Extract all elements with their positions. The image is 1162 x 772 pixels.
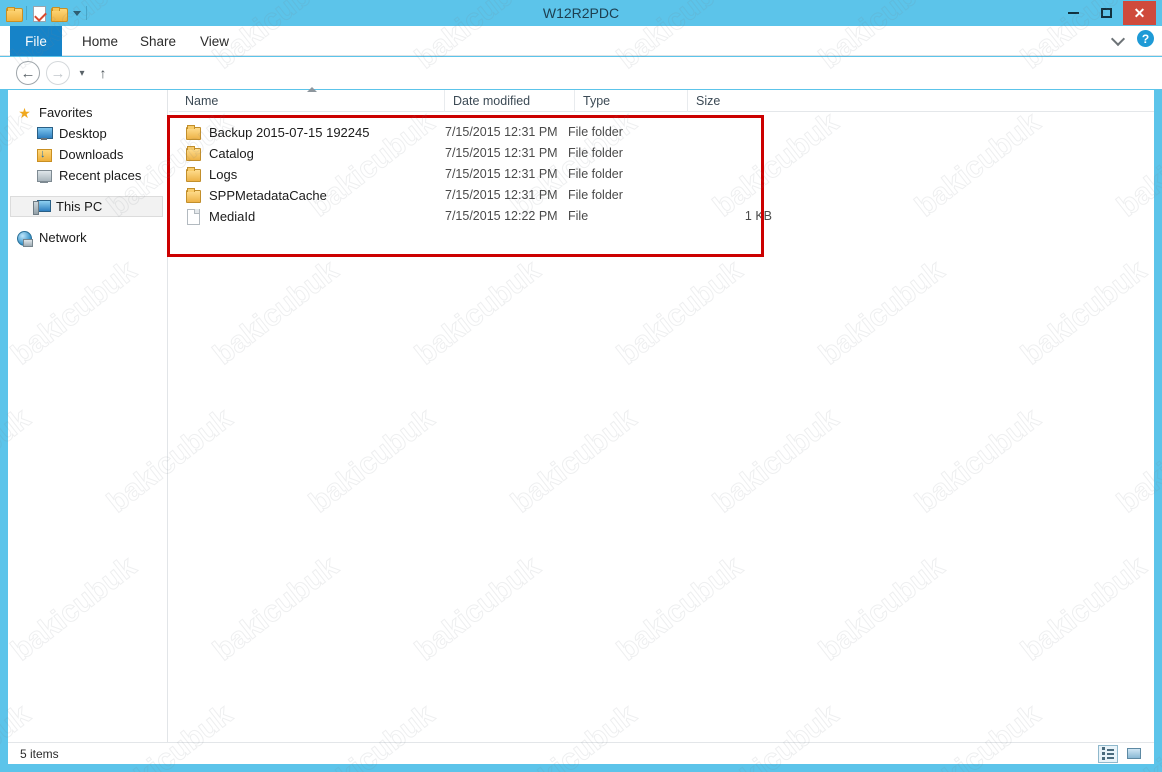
sort-ascending-icon	[307, 87, 317, 92]
file-date-cell: 7/15/2015 12:31 PM	[445, 188, 558, 202]
column-header-label: Name	[185, 94, 219, 108]
file-name-cell[interactable]: Backup 2015-07-15 192245	[185, 122, 369, 143]
file-type-cell: File folder	[568, 167, 623, 181]
large-icons-view-icon	[1127, 748, 1141, 759]
view-toggle-group	[1098, 744, 1154, 763]
table-row[interactable]: Catalog 7/15/2015 12:31 PM File folder	[169, 143, 1154, 164]
navigation-pane: ★ Favorites Desktop Downloads Recent pla…	[8, 90, 168, 742]
ribbon-right-controls: ?	[1112, 30, 1154, 47]
recent-locations-button[interactable]: ▾	[74, 61, 90, 85]
tab-file[interactable]: File	[10, 26, 62, 56]
file-icon	[185, 209, 201, 225]
column-header-size[interactable]: Size	[688, 90, 778, 112]
window-controls: ✕	[1057, 1, 1156, 25]
column-header-name[interactable]: Name	[177, 87, 445, 112]
file-size-cell: 1 KB	[744, 209, 772, 223]
details-view-button[interactable]	[1098, 744, 1118, 763]
title-bar: W12R2PDC ✕	[0, 0, 1162, 26]
file-name-label: Catalog	[209, 146, 254, 161]
folder-icon	[185, 167, 201, 182]
sidebar-item-label: Recent places	[59, 168, 142, 183]
sidebar-item-this-pc[interactable]: This PC	[10, 196, 163, 217]
sidebar-item-label: Desktop	[59, 126, 107, 141]
file-name-label: MediaId	[209, 209, 256, 224]
window-border-bottom	[0, 764, 1162, 772]
folder-icon	[185, 188, 201, 203]
sidebar-item-label: Network	[39, 230, 87, 245]
recent-icon	[36, 168, 53, 184]
file-date-cell: 7/15/2015 12:31 PM	[445, 167, 558, 181]
sidebar-item-recent-places[interactable]: Recent places	[8, 165, 167, 186]
file-type-cell: File folder	[568, 146, 623, 160]
help-icon[interactable]: ?	[1137, 30, 1154, 47]
address-bar-row: ← → ▾ ↑ ▸ This PC ▸ My Passport (E:) ▸ W…	[0, 57, 1162, 143]
file-type-cell: File folder	[568, 125, 623, 139]
file-name-label: SPPMetadataCache	[209, 188, 327, 203]
back-button[interactable]: ←	[16, 61, 40, 85]
table-row[interactable]: Logs 7/15/2015 12:31 PM File folder	[169, 164, 1154, 185]
item-count-label: 5 items	[20, 746, 59, 761]
network-icon	[16, 230, 33, 247]
window-border-left	[0, 90, 8, 742]
file-name-cell[interactable]: SPPMetadataCache	[185, 185, 327, 206]
status-bar: 5 items	[8, 742, 1154, 764]
window-border-right	[1154, 90, 1162, 742]
up-button[interactable]: ↑	[94, 61, 112, 85]
sidebar-item-downloads[interactable]: Downloads	[8, 144, 167, 165]
close-button[interactable]: ✕	[1123, 1, 1156, 25]
file-name-cell[interactable]: Logs	[185, 164, 237, 185]
minimize-icon	[1068, 12, 1079, 14]
file-date-cell: 7/15/2015 12:22 PM	[445, 209, 558, 223]
column-headers: Name Date modified Type Size	[169, 87, 1154, 112]
sidebar-item-label: This PC	[56, 199, 103, 214]
ribbon-tab-bar: File Home Share View ?	[0, 26, 1162, 56]
maximize-icon	[1101, 8, 1112, 18]
sidebar-item-label: Favorites	[39, 105, 93, 120]
sidebar-item-network[interactable]: Network	[8, 227, 167, 248]
download-icon	[36, 147, 53, 163]
file-name-cell[interactable]: MediaId	[185, 206, 255, 227]
details-view-icon	[1102, 747, 1114, 760]
large-icons-view-button[interactable]	[1124, 745, 1144, 763]
minimize-button[interactable]	[1057, 1, 1090, 25]
folder-icon	[185, 146, 201, 161]
sidebar-item-label: Downloads	[59, 147, 124, 162]
window-title: W12R2PDC	[542, 5, 620, 21]
file-type-cell: File	[568, 209, 589, 223]
sidebar-item-desktop[interactable]: Desktop	[8, 123, 167, 144]
folder-icon	[185, 125, 201, 140]
forward-button[interactable]: →	[46, 61, 70, 85]
monitor-icon	[36, 126, 53, 142]
file-explorer-window: W12R2PDC ✕ File Home Share View ? ← → ▾ …	[0, 0, 1162, 772]
tab-home[interactable]: Home	[68, 26, 132, 56]
maximize-button[interactable]	[1090, 1, 1123, 25]
table-row[interactable]: SPPMetadataCache 7/15/2015 12:31 PM File…	[169, 185, 1154, 206]
sidebar-item-favorites[interactable]: ★ Favorites	[8, 102, 167, 123]
file-name-cell[interactable]: Catalog	[185, 143, 254, 164]
computer-icon	[33, 199, 51, 215]
table-row[interactable]: Backup 2015-07-15 192245 7/15/2015 12:31…	[169, 122, 1154, 143]
file-date-cell: 7/15/2015 12:31 PM	[445, 146, 558, 160]
tab-view[interactable]: View	[186, 26, 243, 56]
file-rows: Backup 2015-07-15 192245 7/15/2015 12:31…	[169, 112, 1154, 227]
file-list-pane: Name Date modified Type Size Backup 2015…	[169, 87, 1154, 742]
column-header-type[interactable]: Type	[575, 90, 688, 112]
tab-share[interactable]: Share	[126, 26, 190, 56]
star-icon: ★	[18, 104, 31, 121]
file-type-cell: File folder	[568, 188, 623, 202]
file-date-cell: 7/15/2015 12:31 PM	[445, 125, 558, 139]
column-header-date-modified[interactable]: Date modified	[445, 90, 575, 112]
file-name-label: Logs	[209, 167, 238, 182]
table-row[interactable]: MediaId 7/15/2015 12:22 PM File 1 KB	[169, 206, 1154, 227]
file-name-label: Backup 2015-07-15 192245	[209, 125, 370, 140]
chevron-down-icon[interactable]	[1112, 32, 1125, 45]
